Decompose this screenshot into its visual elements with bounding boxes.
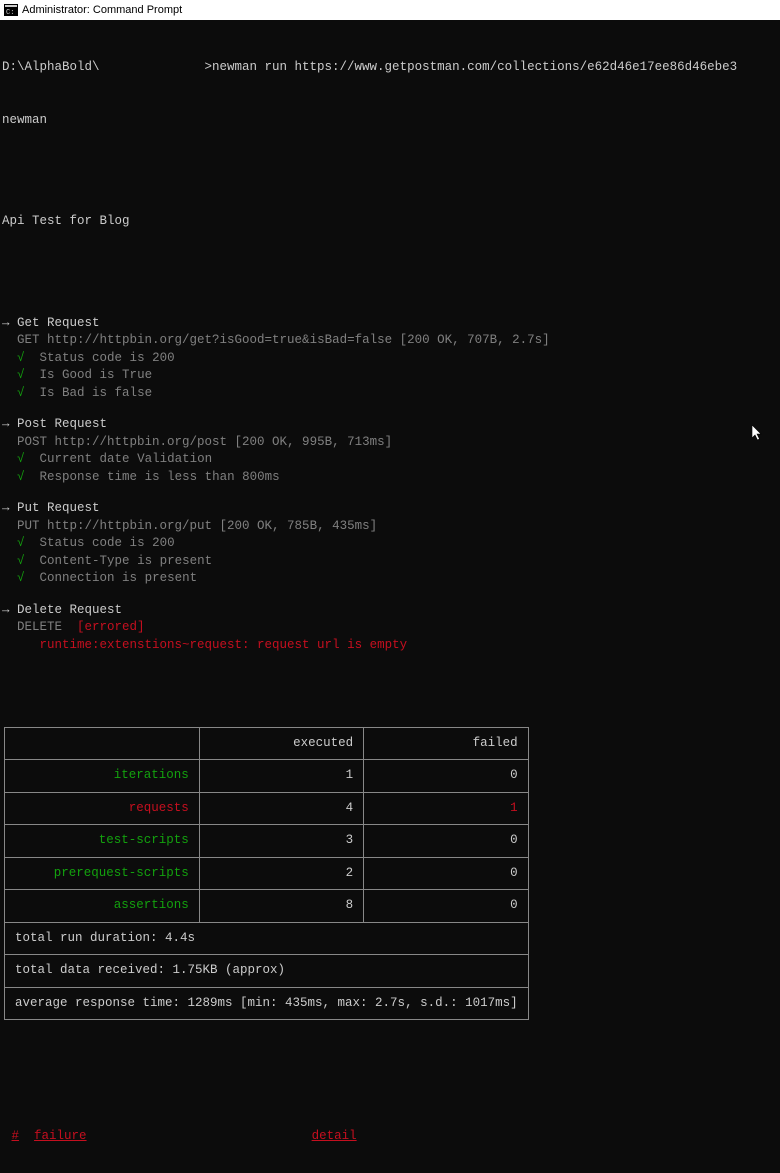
row-failed: 0 [364, 825, 528, 858]
request-name: → Get Request [2, 315, 778, 333]
row-executed: 1 [199, 760, 363, 793]
request-line: PUT http://httpbin.org/put [200 OK, 785B… [2, 518, 778, 536]
col-failed: failed [364, 727, 528, 760]
failure-hash: # [12, 1129, 20, 1143]
cmd-icon: C: [4, 4, 18, 16]
row-label: assertions [5, 890, 200, 923]
request-line: GET http://httpbin.org/get?isGood=true&i… [2, 332, 778, 350]
table-footer-row: total data received: 1.75KB (approx) [5, 955, 529, 988]
error-line: runtime:extenstions~request: request url… [2, 637, 778, 655]
summary-table: executed failed iterations10requests41te… [4, 727, 529, 1021]
row-executed: 2 [199, 857, 363, 890]
footer-cell: total run duration: 4.4s [5, 922, 529, 955]
assertion-line: √ Is Good is True [2, 367, 778, 385]
request-line: POST http://httpbin.org/post [200 OK, 99… [2, 434, 778, 452]
tool-name: newman [2, 112, 778, 130]
col-executed: executed [199, 727, 363, 760]
suite-title: Api Test for Blog [2, 213, 778, 231]
redacted-path [100, 61, 205, 74]
table-row: iterations10 [5, 760, 529, 793]
assertion-line: √ Status code is 200 [2, 350, 778, 368]
request-name: → Post Request [2, 416, 778, 434]
row-executed: 3 [199, 825, 363, 858]
assertion-line: √ Content-Type is present [2, 553, 778, 571]
row-executed: 8 [199, 890, 363, 923]
row-label: iterations [5, 760, 200, 793]
table-row: test-scripts30 [5, 825, 529, 858]
assertion-line: √ Connection is present [2, 570, 778, 588]
request-name: → Delete Request [2, 602, 778, 620]
window-title: Administrator: Command Prompt [22, 4, 182, 16]
row-failed: 0 [364, 760, 528, 793]
row-failed: 0 [364, 890, 528, 923]
table-row: prerequest-scripts20 [5, 857, 529, 890]
row-label: requests [5, 792, 200, 825]
prompt-line: D:\AlphaBold\>newman run https://www.get… [2, 59, 778, 77]
table-row: requests41 [5, 792, 529, 825]
assertion-line: √ Status code is 200 [2, 535, 778, 553]
failure-label: failure [34, 1129, 87, 1143]
table-header-row: executed failed [5, 727, 529, 760]
assertion-line: √ Is Bad is false [2, 385, 778, 403]
svg-text:C:: C: [6, 9, 14, 16]
request-name: → Put Request [2, 500, 778, 518]
table-footer-row: average response time: 1289ms [min: 435m… [5, 987, 529, 1020]
footer-cell: average response time: 1289ms [min: 435m… [5, 987, 529, 1020]
request-line: DELETE [errored] [2, 619, 778, 637]
row-failed: 0 [364, 857, 528, 890]
row-failed: 1 [364, 792, 528, 825]
footer-cell: total data received: 1.75KB (approx) [5, 955, 529, 988]
failure-detail-label: detail [312, 1129, 357, 1143]
table-footer-row: total run duration: 4.4s [5, 922, 529, 955]
row-executed: 4 [199, 792, 363, 825]
table-row: assertions80 [5, 890, 529, 923]
window-titlebar: C: Administrator: Command Prompt [0, 0, 780, 20]
assertion-line: √ Response time is less than 800ms [2, 469, 778, 487]
failures-header: # failure detail [2, 1122, 778, 1152]
row-label: test-scripts [5, 825, 200, 858]
row-label: prerequest-scripts [5, 857, 200, 890]
assertion-line: √ Current date Validation [2, 451, 778, 469]
terminal-output: D:\AlphaBold\>newman run https://www.get… [0, 20, 780, 1173]
